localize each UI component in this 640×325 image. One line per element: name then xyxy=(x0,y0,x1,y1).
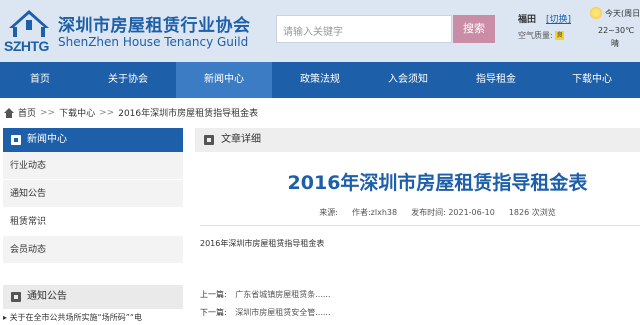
nav-policy[interactable]: 政策法规 xyxy=(272,62,368,98)
sidebar-item-industry-news[interactable]: 行业动态 xyxy=(3,152,183,180)
nav-about[interactable]: 关于协会 xyxy=(80,62,176,98)
article-title: 2016年深圳市房屋租赁指导租金表 xyxy=(287,172,588,194)
search-input[interactable]: 请输入关键字 xyxy=(276,15,452,43)
bullet-icon: ▸ xyxy=(3,313,8,322)
next-label: 下一篇: xyxy=(200,308,227,317)
notice-item-text[interactable]: 关于在全市公共场所实施“场所码”“电 xyxy=(10,313,142,322)
notice-title-label: 通知公告 xyxy=(27,291,67,302)
sidebar-title: 新闻中心 xyxy=(3,128,183,152)
city-switch-link[interactable]: [切换] xyxy=(546,12,571,25)
section-icon xyxy=(204,135,214,145)
prev-article: 上一篇: 广东省城镇房屋租赁条...... xyxy=(200,289,331,300)
sidebar-item-notices[interactable]: 通知公告 xyxy=(3,180,183,208)
city-name: 福田 xyxy=(518,15,537,25)
sun-icon xyxy=(590,7,602,19)
home-icon xyxy=(4,107,14,118)
nav-download[interactable]: 下载中心 xyxy=(544,62,640,98)
notice-section-title: 通知公告 xyxy=(3,285,183,309)
search-button[interactable]: 搜索 xyxy=(453,15,495,43)
article-source: 来源: xyxy=(319,208,338,217)
breadcrumb-separator: >> xyxy=(40,107,56,118)
air-quality-label: 空气质量: xyxy=(518,31,553,40)
breadcrumb-separator: >> xyxy=(99,107,115,118)
svg-text:SZHTG: SZHTG xyxy=(4,38,50,54)
guild-logo-icon[interactable]: SZHTG xyxy=(3,6,55,54)
article-date: 发布时间: 2021-06-10 xyxy=(411,208,495,217)
weather-temp: 22~30℃ xyxy=(598,26,635,35)
article-author: 作者:zlxh38 xyxy=(351,208,398,217)
article-meta: 来源: 作者:zlxh38 发布时间: 2021-06-10 1826 次浏览 xyxy=(195,207,640,218)
nav-home[interactable]: 首页 xyxy=(0,62,80,98)
next-article: 下一篇: 深圳市房屋租赁安全管...... xyxy=(200,307,331,318)
breadcrumb-home[interactable]: 首页 xyxy=(18,106,36,119)
sidebar-item-rental-tips[interactable]: 租赁常识 xyxy=(3,208,183,236)
breadcrumb: 首页 >> 下载中心 >> 2016年深圳市房屋租赁指导租金表 xyxy=(4,106,258,119)
nav-guide-rent[interactable]: 指导租金 xyxy=(448,62,544,98)
sidebar-item-member-news[interactable]: 会员动态 xyxy=(3,236,183,264)
breadcrumb-section[interactable]: 下载中心 xyxy=(59,106,95,119)
section-icon xyxy=(11,292,21,302)
article-body: 2016年深圳市房屋租赁指导租金表 xyxy=(200,239,325,248)
nav-news[interactable]: 新闻中心 xyxy=(176,62,272,98)
article-section-title: 文章详细 xyxy=(221,134,261,145)
article-views: 1826 次浏览 xyxy=(508,208,556,217)
main-nav: 首页 关于协会 新闻中心 政策法规 入会须知 指导租金 下载中心 xyxy=(0,62,640,98)
prev-label: 上一篇: xyxy=(200,290,227,299)
sidebar-list: 行业动态 通知公告 租赁常识 会员动态 xyxy=(3,152,183,264)
notice-list-item[interactable]: ▸ 关于在全市公共场所实施“场所码”“电 xyxy=(3,312,183,323)
site-title-en: ShenZhen House Tenancy Guild xyxy=(58,35,249,49)
prev-article-link[interactable]: 广东省城镇房屋租赁条...... xyxy=(235,290,330,299)
divider xyxy=(200,225,640,226)
section-icon xyxy=(11,135,21,145)
air-quality-badge: 良 xyxy=(555,31,565,40)
nav-membership[interactable]: 入会须知 xyxy=(368,62,448,98)
weather-today: 今天(周日) xyxy=(605,9,640,18)
weather-desc: 晴 xyxy=(611,39,619,48)
sidebar-title-label: 新闻中心 xyxy=(27,134,67,145)
air-quality: 空气质量: 良 xyxy=(518,30,565,41)
site-title-cn: 深圳市房屋租赁行业协会 xyxy=(58,16,251,36)
next-article-link[interactable]: 深圳市房屋租赁安全管...... xyxy=(235,308,330,317)
article-section-header: 文章详细 xyxy=(195,128,640,152)
site-header: SZHTG 深圳市房屋租赁行业协会 ShenZhen House Tenancy… xyxy=(0,0,640,62)
breadcrumb-current: 2016年深圳市房屋租赁指导租金表 xyxy=(118,109,259,119)
